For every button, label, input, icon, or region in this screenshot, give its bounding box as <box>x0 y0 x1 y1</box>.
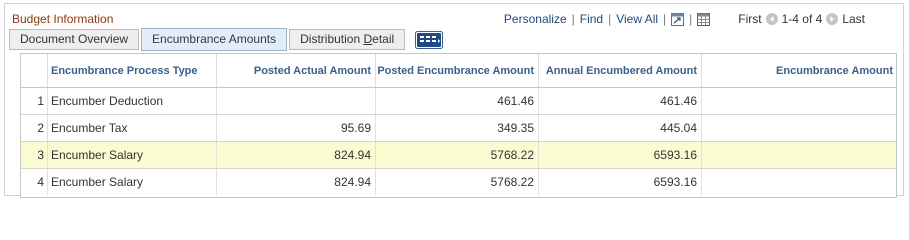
cell-posted-encumbrance-amount: 5768.22 <box>375 169 538 195</box>
row-number: 1 <box>37 94 44 108</box>
grid-navigation: Personalize | Find | View All | | First … <box>504 12 865 26</box>
cell-process-type: Encumber Salary <box>47 169 216 195</box>
cell-process-type: Encumber Deduction <box>47 88 216 114</box>
row-number: 2 <box>37 121 44 135</box>
encumbrance-grid: Encumbrance Process Type Posted Actual A… <box>20 53 897 198</box>
tab-label-accesskey: D <box>363 32 373 46</box>
view-all-link[interactable]: View All <box>616 12 658 26</box>
cell-process-type: Encumber Salary <box>47 142 216 168</box>
tab-document-overview[interactable]: Document Overview <box>9 29 140 50</box>
cell-posted-actual-amount <box>216 88 375 114</box>
download-spreadsheet-icon[interactable] <box>697 12 711 26</box>
nav-separator: | <box>571 12 575 26</box>
zoom-grid-icon[interactable] <box>671 12 685 26</box>
column-header-annual-encumbered-amount[interactable]: Annual Encumbered Amount <box>538 54 701 87</box>
cell-posted-actual-amount: 95.69 <box>216 115 375 141</box>
grid-header-row: Encumbrance Process Type Posted Actual A… <box>21 54 896 88</box>
cell-encumbrance-amount <box>701 88 896 114</box>
table-row: 4 Encumber Salary 824.94 5768.22 6593.16 <box>21 169 896 196</box>
panel-title: Budget Information <box>12 12 114 26</box>
column-header-encumbrance-process-type[interactable]: Encumbrance Process Type <box>47 54 216 87</box>
tab-label-part: etail <box>372 32 395 46</box>
tab-label-part: Distribution <box>300 32 364 46</box>
cell-annual-encumbered-amount: 6593.16 <box>538 142 701 168</box>
cell-posted-actual-amount: 824.94 <box>216 142 375 168</box>
tab-distribution-detail[interactable]: Distribution Detail <box>289 29 406 50</box>
cell-encumbrance-amount <box>701 169 896 195</box>
previous-arrow-icon[interactable] <box>765 13 778 25</box>
nav-separator: | <box>663 12 667 26</box>
column-header-posted-encumbrance-amount[interactable]: Posted Encumbrance Amount <box>375 54 538 87</box>
table-row: 3 Encumber Salary 824.94 5768.22 6593.16 <box>21 142 896 169</box>
nav-separator: | <box>689 12 693 26</box>
column-header-row-number <box>21 54 47 87</box>
nav-separator: | <box>608 12 612 26</box>
table-row: 1 Encumber Deduction 461.46 461.46 <box>21 88 896 115</box>
cell-annual-encumbered-amount: 6593.16 <box>538 169 701 195</box>
last-label: Last <box>842 12 865 26</box>
cell-annual-encumbered-amount: 445.04 <box>538 115 701 141</box>
tab-encumbrance-amounts[interactable]: Encumbrance Amounts <box>141 28 288 51</box>
cell-annual-encumbered-amount: 461.46 <box>538 88 701 114</box>
table-row: 2 Encumber Tax 95.69 349.35 445.04 <box>21 115 896 142</box>
cell-process-type: Encumber Tax <box>47 115 216 141</box>
next-arrow-icon[interactable] <box>826 13 839 25</box>
tab-bar: Document Overview Encumbrance Amounts Di… <box>9 28 444 51</box>
cell-encumbrance-amount <box>701 142 896 168</box>
cell-posted-encumbrance-amount: 349.35 <box>375 115 538 141</box>
row-range: 1-4 of 4 <box>781 12 823 26</box>
column-header-encumbrance-amount[interactable]: Encumbrance Amount <box>701 54 896 87</box>
row-number: 4 <box>37 175 44 189</box>
row-number: 3 <box>37 148 44 162</box>
show-all-columns-icon[interactable] <box>415 31 444 49</box>
cell-posted-encumbrance-amount: 5768.22 <box>375 142 538 168</box>
column-header-posted-actual-amount[interactable]: Posted Actual Amount <box>216 54 375 87</box>
budget-information-panel: Budget Information Personalize | Find | … <box>4 3 904 198</box>
first-label: First <box>738 12 762 26</box>
find-link[interactable]: Find <box>580 12 603 26</box>
cell-encumbrance-amount <box>701 115 896 141</box>
personalize-link[interactable]: Personalize <box>504 12 567 26</box>
cell-posted-actual-amount: 824.94 <box>216 169 375 195</box>
cell-posted-encumbrance-amount: 461.46 <box>375 88 538 114</box>
